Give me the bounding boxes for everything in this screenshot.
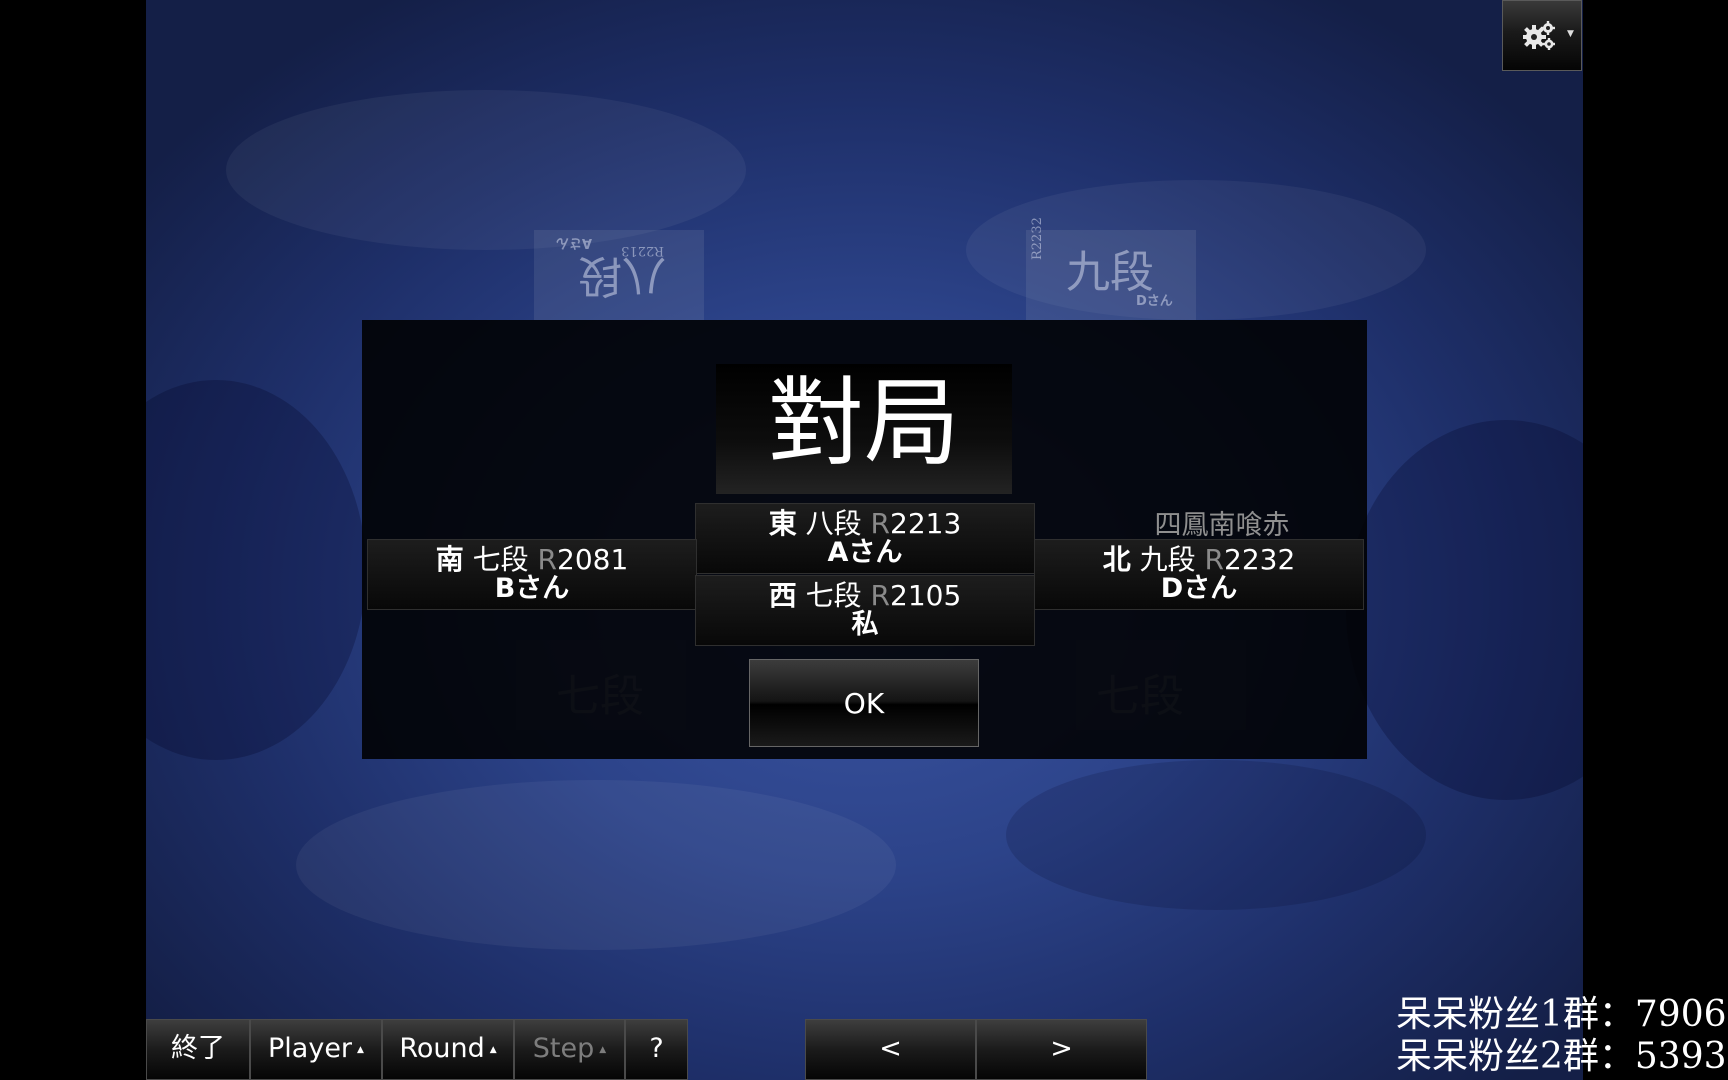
gear-icon [1523, 21, 1555, 50]
seat-plate-name: Aさん [555, 235, 592, 250]
rating-prefix: R [870, 507, 891, 540]
prev-label: < [879, 1033, 902, 1064]
seat-wind: 東 [768, 507, 797, 540]
player-rank: 九段 [1139, 543, 1196, 576]
overlay-line: 呆呆粉丝2群：5393 [1396, 1036, 1727, 1077]
match-dialog: 對局 四鳳南喰赤 東 八段 R2213 Aさん 南 七段 R2081 Bさん 西 [362, 320, 1367, 759]
player-rating: 2232 [1224, 543, 1296, 576]
seat-plate-name: Dさん [1136, 294, 1173, 309]
end-label: 終了 [171, 1033, 225, 1064]
player-south: 南 七段 R2081 Bさん [367, 539, 697, 610]
prev-button[interactable]: < [805, 1019, 976, 1080]
rule-label: 四鳳南喰赤 [1154, 510, 1290, 541]
player-dropdown[interactable]: Player ▲ [250, 1019, 382, 1080]
step-label: Step [532, 1033, 595, 1064]
seat-plate-top-left: 八段 R2213 Aさん [534, 230, 704, 320]
overlay-line: 呆呆粉丝1群：7906 [1396, 994, 1727, 1035]
player-name: Dさん [1160, 573, 1238, 604]
seat-plate-rate: R2232 [1030, 217, 1045, 260]
help-button[interactable]: ? [625, 1019, 688, 1080]
player-name: Bさん [494, 573, 570, 604]
rating-prefix: R [537, 543, 558, 576]
seat-wind: 西 [768, 579, 797, 612]
player-rating: 2213 [890, 507, 962, 540]
round-dropdown[interactable]: Round ▲ [382, 1019, 514, 1080]
end-button[interactable]: 終了 [146, 1019, 250, 1080]
next-button[interactable]: > [976, 1019, 1147, 1080]
player-name: 私 [851, 609, 879, 640]
seat-plate-rate: R2213 [621, 243, 664, 258]
triangle-up-icon: ▲ [599, 1045, 607, 1055]
player-rank: 七段 [472, 543, 529, 576]
overlay-text: 呆呆粉丝1群：7906 呆呆粉丝2群：5393 [1396, 994, 1728, 1080]
dialog-title: 對局 [768, 367, 960, 479]
player-label: Player [268, 1033, 353, 1064]
ok-button[interactable]: OK [749, 659, 979, 747]
player-rating: 2081 [557, 543, 629, 576]
player-north: 北 九段 R2232 Dさん [1034, 539, 1364, 610]
seat-wind: 南 [435, 543, 464, 576]
seat-wind: 北 [1102, 543, 1131, 576]
player-name: Aさん [827, 537, 903, 568]
player-west: 西 七段 R2105 私 [695, 575, 1035, 646]
player-rank: 八段 [805, 507, 862, 540]
triangle-up-icon: ▲ [489, 1045, 497, 1055]
player-rating: 2105 [890, 579, 962, 612]
rating-prefix: R [1204, 543, 1225, 576]
step-dropdown[interactable]: Step ▲ [514, 1019, 625, 1080]
game-screen: 八段 R2213 Aさん R2232 九段 Dさん 七段 七段 [0, 0, 1728, 1080]
triangle-up-icon: ▲ [357, 1045, 364, 1055]
player-east: 東 八段 R2213 Aさん [695, 503, 1035, 574]
dialog-title-box: 對局 [716, 364, 1012, 494]
triangle-down-icon: ▼ [1567, 29, 1574, 39]
rating-prefix: R [870, 579, 891, 612]
player-rank: 七段 [805, 579, 862, 612]
round-label: Round [399, 1033, 485, 1064]
settings-button[interactable]: ▼ [1502, 0, 1582, 71]
next-label: > [1050, 1033, 1073, 1064]
help-label: ? [649, 1033, 664, 1064]
seat-plate-top-right: R2232 九段 Dさん [1026, 217, 1196, 320]
